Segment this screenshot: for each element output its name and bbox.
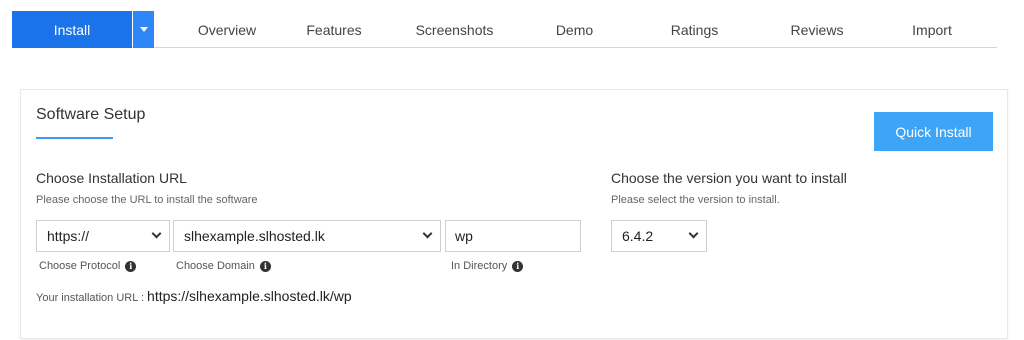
domain-select[interactable]: slhexample.slhosted.lk [173,220,441,252]
panel-title: Software Setup [36,106,146,123]
protocol-select[interactable]: https:// [36,220,170,252]
version-value: 6.4.2 [622,228,654,244]
domain-value: slhexample.slhosted.lk [184,228,325,244]
tab-bar: Install Overview Features Screenshots De… [12,11,997,48]
info-icon[interactable]: i [512,260,524,272]
chevron-down-icon [151,228,162,239]
chevron-down-icon [688,228,699,239]
tab-demo[interactable]: Demo [537,11,612,48]
installation-url-value: https://slhexample.slhosted.lk/wp [147,288,352,304]
tab-reviews[interactable]: Reviews [767,11,867,48]
version-subtext: Please select the version to install. [611,194,780,206]
installation-url: Your installation URL : https://slhexamp… [36,288,352,304]
info-icon[interactable]: i [125,260,137,272]
tab-ratings[interactable]: Ratings [647,11,742,48]
version-heading: Choose the version you want to install [611,170,847,186]
tab-screenshots[interactable]: Screenshots [402,11,507,48]
quick-install-button[interactable]: Quick Install [874,112,993,151]
tab-features[interactable]: Features [284,11,384,48]
directory-label: In Directory i [451,260,524,272]
software-setup-panel: Software Setup Quick Install Choose Inst… [20,89,1008,339]
install-url-heading: Choose Installation URL [36,170,187,186]
install-url-subtext: Please choose the URL to install the sof… [36,194,258,206]
directory-input[interactable]: wp [445,220,581,252]
tab-import[interactable]: Import [892,11,972,48]
domain-label: Choose Domain i [176,260,271,272]
install-dropdown-toggle[interactable] [133,11,154,48]
title-underline [36,137,113,139]
chevron-down-icon [422,228,433,239]
caret-down-icon [139,27,148,32]
version-select[interactable]: 6.4.2 [611,220,707,252]
domain-label-text: Choose Domain [176,260,255,272]
protocol-label-text: Choose Protocol [39,260,121,272]
tab-overview[interactable]: Overview [177,11,277,48]
directory-value: wp [455,228,473,244]
protocol-label: Choose Protocol i [39,260,137,272]
tab-install[interactable]: Install [12,11,132,48]
installation-url-label: Your installation URL : [36,292,145,304]
info-icon[interactable]: i [259,260,271,272]
directory-label-text: In Directory [451,260,508,272]
protocol-value: https:// [47,228,90,244]
